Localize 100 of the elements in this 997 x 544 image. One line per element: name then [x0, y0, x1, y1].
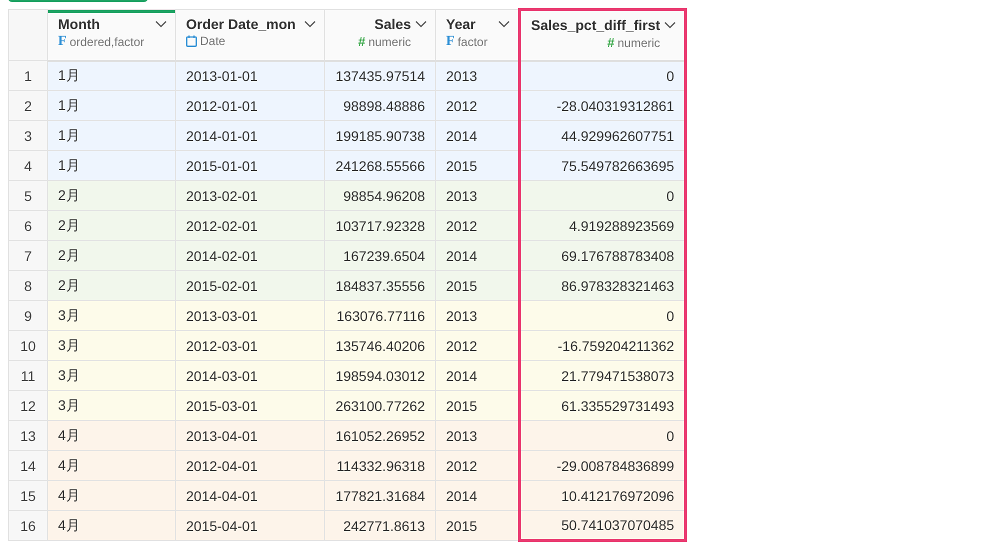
caret-icon[interactable] [155, 20, 167, 28]
row-number: 12 [8, 390, 48, 420]
row-number: 3 [8, 120, 48, 150]
row-number: 8 [8, 270, 48, 300]
number-icon: # [607, 35, 614, 50]
table-cell: 4月 [48, 450, 176, 480]
table-cell: -28.040319312861 [520, 90, 686, 120]
row-number: 14 [8, 450, 48, 480]
table-cell: 2014 [436, 360, 520, 390]
table-cell: 2014-01-01 [176, 120, 324, 150]
table-cell: 2012-01-01 [176, 90, 324, 120]
table-cell: 69.176788783408 [520, 240, 686, 270]
table-cell: 199185.90738 [324, 120, 436, 150]
column-name: Sales [373, 16, 411, 32]
table-cell: 2015-03-01 [176, 390, 324, 420]
table-cell: 263100.77262 [324, 390, 436, 420]
table-cell: 61.335529731493 [520, 390, 686, 420]
table-cell: 0 [520, 300, 686, 330]
column-type: numeric [368, 34, 411, 48]
row-number: 11 [8, 360, 48, 390]
table-cell: 2015 [436, 270, 520, 300]
table-cell: 1月 [48, 150, 176, 180]
table-cell: 2014 [436, 480, 520, 510]
column-type: Date [200, 34, 226, 48]
table-cell: 3月 [48, 300, 176, 330]
column-header[interactable]: Order Date_mon Date [176, 10, 324, 60]
table-cell: 4月 [48, 420, 176, 450]
row-number: 15 [8, 480, 48, 510]
table-cell: -16.759204211362 [520, 330, 686, 360]
number-icon: # [358, 34, 366, 49]
table-cell: 2013 [436, 420, 520, 450]
table-cell: 2013 [436, 60, 520, 90]
table-cell: 2015 [436, 150, 520, 180]
table-cell: 21.779471538073 [520, 360, 686, 390]
factor-icon: F [58, 34, 67, 50]
column-header[interactable]: Sales # numeric [324, 10, 436, 60]
table-cell: 2014-02-01 [176, 240, 324, 270]
column-name: Year [446, 16, 477, 32]
calendar-icon [186, 35, 197, 47]
table-cell: 2013-01-01 [176, 60, 324, 90]
column-header[interactable]: Sales_pct_diff_first # numeric [520, 10, 686, 60]
table-cell: 0 [520, 180, 686, 210]
table-cell: 4月 [48, 510, 176, 540]
table-cell: 2012 [436, 210, 520, 240]
table-cell: 2012-03-01 [176, 330, 324, 360]
row-number: 6 [8, 210, 48, 240]
table-cell: 2月 [48, 270, 176, 300]
table-cell: 2014-04-01 [176, 480, 324, 510]
table-cell: 2012 [436, 90, 520, 120]
row-number: 5 [8, 180, 48, 210]
table-cell: 167239.6504 [324, 240, 436, 270]
table-cell: 3月 [48, 390, 176, 420]
column-header[interactable]: Month F ordered,factor [48, 10, 176, 60]
row-number: 13 [8, 420, 48, 450]
table-cell: 161052.26952 [324, 420, 436, 450]
column-type: ordered,factor [70, 35, 144, 49]
table-cell: 184837.35556 [324, 270, 436, 300]
table-cell: 2月 [48, 240, 176, 270]
row-number: 7 [8, 240, 48, 270]
table-cell: 114332.96318 [324, 450, 436, 480]
table-cell: 2013-04-01 [176, 420, 324, 450]
row-number: 4 [8, 150, 48, 180]
row-number: 1 [8, 60, 48, 90]
table-cell: -29.008784836899 [520, 450, 686, 480]
table-cell: 1月 [48, 90, 176, 120]
table-cell: 2013-03-01 [176, 300, 324, 330]
table-cell: 2014 [436, 120, 520, 150]
table-cell: 10.412176972096 [520, 480, 686, 510]
table-cell: 2013 [436, 300, 520, 330]
row-number: 16 [8, 510, 48, 540]
caret-icon[interactable] [498, 20, 510, 28]
table-cell: 0 [520, 60, 686, 90]
table-cell: 2015-02-01 [176, 270, 324, 300]
table-cell: 2012-02-01 [176, 210, 324, 240]
table-cell: 2015-04-01 [176, 510, 324, 540]
column-type: numeric [617, 36, 660, 50]
row-number: 2 [8, 90, 48, 120]
row-number: 10 [8, 330, 48, 360]
column-name: Sales_pct_diff_first [531, 17, 660, 33]
table-cell: 75.549782663695 [520, 150, 686, 180]
table-cell: 98854.96208 [324, 180, 436, 210]
table-cell: 2012 [436, 330, 520, 360]
table-cell: 2014-03-01 [176, 360, 324, 390]
table-cell: 1月 [48, 120, 176, 150]
table-cell: 1月 [48, 60, 176, 90]
table-cell: 2014 [436, 240, 520, 270]
table-cell: 103717.92328 [324, 210, 436, 240]
table-cell: 135746.40206 [324, 330, 436, 360]
caret-icon[interactable] [304, 20, 316, 28]
column-type: factor [458, 35, 488, 49]
table-cell: 98898.48886 [324, 90, 436, 120]
caret-icon[interactable] [664, 21, 676, 29]
table-cell: 0 [520, 420, 686, 450]
column-header[interactable]: Year F factor [436, 10, 520, 60]
table-cell: 2013-02-01 [176, 180, 324, 210]
caret-icon[interactable] [415, 20, 427, 28]
table-cell: 242771.8613 [324, 510, 436, 540]
table-cell: 198594.03012 [324, 360, 436, 390]
table-cell: 2月 [48, 180, 176, 210]
table-cell: 3月 [48, 360, 176, 390]
